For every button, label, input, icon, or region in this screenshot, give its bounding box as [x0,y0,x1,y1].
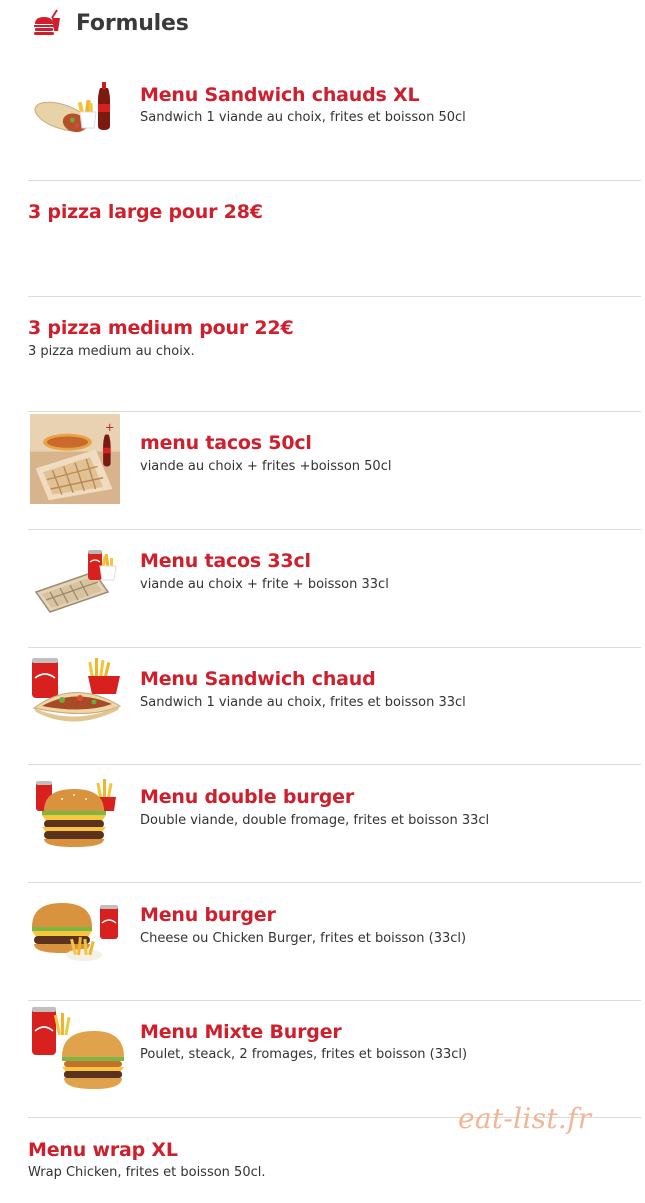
item-description: Double viande, double fromage, frites et… [140,813,490,828]
divider [28,296,641,297]
item-description: Cheese ou Chicken Burger, frites et bois… [140,931,467,946]
tacos-50cl-image: + [30,414,120,504]
item-description: Wrap Chicken, frites et boisson 50cl. [28,1165,266,1180]
item-description: Sandwich 1 viande au choix, frites et bo… [140,695,466,710]
item-description: viande au choix + frites +boisson 50cl [140,459,392,474]
svg-text:+: + [105,421,114,434]
item-description: Poulet, steack, 2 fromages, frites et bo… [140,1047,468,1062]
item-description: viande au choix + frite + boisson 33cl [140,577,389,592]
divider [28,180,641,181]
fast-food-icon [34,9,60,35]
tacos-33cl-image [34,550,117,613]
sandwich-chaud-image [32,658,122,722]
watermark: eat-list.fr [458,1102,592,1135]
item-description: Sandwich 1 viande au choix, frites et bo… [140,110,466,125]
item-name[interactable]: Menu Mixte Burger [140,1021,342,1043]
item-name[interactable]: Menu double burger [140,786,354,808]
section-header: Formules [32,8,189,38]
burger-image [32,903,118,961]
item-name[interactable]: Menu tacos 33cl [140,550,311,572]
item-name[interactable]: Menu wrap XL [28,1139,178,1161]
item-name[interactable]: 3 pizza medium pour 22€ [28,317,294,339]
item-name[interactable]: Menu Sandwich chauds XL [140,84,420,106]
sandwich-xl-image [34,82,110,133]
section-title: Formules [76,10,189,36]
item-name[interactable]: menu tacos 50cl [140,432,312,454]
double-burger-image [36,779,116,847]
mixte-burger-image [32,1007,124,1089]
item-description: 3 pizza medium au choix. [28,344,195,359]
item-name[interactable]: Menu Sandwich chaud [140,668,376,690]
item-name[interactable]: Menu burger [140,904,276,926]
item-name[interactable]: 3 pizza large pour 28€ [28,201,263,223]
